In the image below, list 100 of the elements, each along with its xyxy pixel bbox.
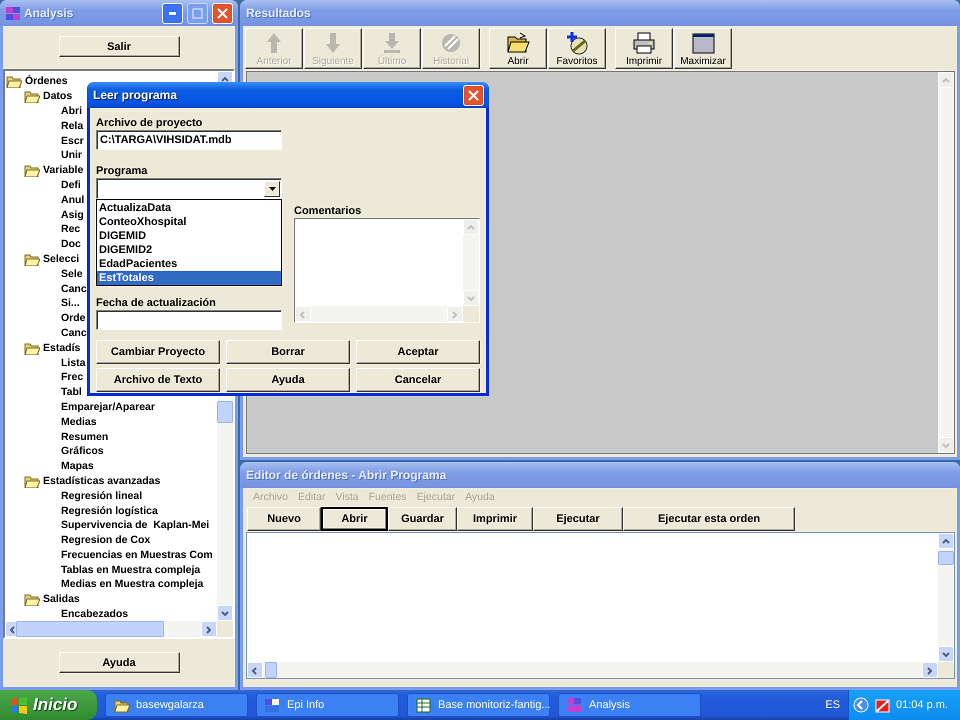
tree-item[interactable]: Datos xyxy=(43,90,72,102)
tree-item[interactable]: Gráficos xyxy=(61,445,104,458)
tree-item[interactable]: Canc xyxy=(61,282,87,295)
editor-button[interactable]: Abrir xyxy=(321,507,388,531)
tray-icon[interactable] xyxy=(874,696,892,714)
tree-item[interactable]: Rec xyxy=(61,223,80,236)
dialog-button[interactable]: Archivo de Texto xyxy=(96,368,220,392)
close-button[interactable] xyxy=(463,84,484,106)
tree-item[interactable]: Medias xyxy=(61,416,97,428)
scrollbar-thumb[interactable] xyxy=(217,401,233,423)
editor-button[interactable]: Ejecutar esta orden xyxy=(623,507,795,531)
help-button[interactable]: Ayuda xyxy=(58,652,180,673)
dialog-button[interactable]: Aceptar xyxy=(356,340,480,364)
editor-button[interactable]: Imprimir xyxy=(457,507,533,531)
taskbar-button[interactable]: Analysis xyxy=(558,693,701,717)
tree-item[interactable]: Abri xyxy=(61,104,82,117)
tree-item[interactable]: Asig xyxy=(61,208,84,221)
tree-item[interactable]: Tablas en Muestra compleja xyxy=(61,564,200,576)
start-button[interactable]: Inicio xyxy=(0,690,97,720)
tree-item[interactable]: Tabl xyxy=(61,386,82,398)
program-option[interactable]: EdadPacientes xyxy=(97,257,281,271)
tree-item[interactable]: Unir xyxy=(61,149,82,162)
date-field[interactable] xyxy=(96,310,282,330)
minimize-icon xyxy=(169,12,176,14)
folder-icon xyxy=(24,89,40,104)
program-option[interactable]: ActualizaData xyxy=(97,201,281,215)
tree-item[interactable]: Escr xyxy=(61,134,84,147)
window-title: Resultados xyxy=(246,6,312,20)
program-combo[interactable] xyxy=(96,178,282,199)
tree-item[interactable]: Medias en Muestra compleja xyxy=(61,578,204,590)
taskbar-button[interactable]: Base monitoriz-fantig... xyxy=(407,693,550,717)
arrow-down-icon[interactable] xyxy=(220,608,230,618)
tree-item[interactable]: Lista xyxy=(61,356,86,369)
tree-item[interactable]: Regresión logística xyxy=(61,504,158,516)
tree-item[interactable]: Defi xyxy=(61,178,81,191)
app-icon xyxy=(567,698,583,712)
dialog-button[interactable]: Borrar xyxy=(226,340,350,364)
program-option[interactable]: ConteoXhospital xyxy=(97,215,281,229)
tree-item[interactable]: Selecci xyxy=(43,252,80,265)
tree-item[interactable]: Emparejar/Aparear xyxy=(61,400,155,413)
tree-item[interactable]: Regresion de Cox xyxy=(61,534,150,546)
arrow-up-icon[interactable] xyxy=(941,536,951,546)
editor-button[interactable]: Guardar xyxy=(388,507,457,531)
arrow-right-icon[interactable] xyxy=(925,666,935,674)
dialog-button[interactable]: Cancelar xyxy=(356,368,480,392)
chevron-left-icon[interactable] xyxy=(853,697,870,713)
tree-item[interactable]: Salidas xyxy=(43,593,80,606)
tree-item[interactable]: Mapas xyxy=(61,460,94,472)
exit-button[interactable]: Salir xyxy=(58,36,180,57)
close-button[interactable] xyxy=(212,2,233,24)
tree-item[interactable]: Supervivencia de Kaplan-Mei xyxy=(61,519,210,532)
tree-item[interactable]: Encabezados xyxy=(61,608,128,620)
program-option[interactable]: DIGEMID xyxy=(97,229,281,243)
arrow-right-icon[interactable] xyxy=(204,624,214,634)
horizontal-scrollbar[interactable] xyxy=(247,662,938,678)
folder-icon xyxy=(24,340,40,355)
window-title: Analysis xyxy=(24,6,74,20)
tree-item[interactable]: Estadísticas avanzadas xyxy=(43,474,160,487)
taskbar-button[interactable]: basewgalarza xyxy=(105,693,248,717)
tree-item[interactable]: Frec xyxy=(61,371,84,384)
toolbar-button[interactable]: Abrir xyxy=(489,28,547,69)
maximize-button[interactable] xyxy=(187,2,208,24)
folder-icon xyxy=(6,74,22,88)
comments-box[interactable] xyxy=(295,219,463,306)
tree-item[interactable]: Rela xyxy=(61,120,84,132)
toolbar-button[interactable]: Favoritos xyxy=(548,28,606,69)
tree-item[interactable]: Estadís xyxy=(43,342,80,354)
tree-item[interactable]: Resumen xyxy=(61,430,108,443)
toolbar-button[interactable]: Maximizar xyxy=(674,28,732,69)
tree-item[interactable]: Variable xyxy=(43,164,84,176)
vertical-scrollbar[interactable] xyxy=(938,533,954,662)
tree-item[interactable]: Orde xyxy=(61,312,86,324)
editor-button[interactable]: Ejecutar xyxy=(533,507,623,531)
tree-item[interactable]: Regresión lineal xyxy=(61,490,142,502)
tree-item[interactable]: Anul xyxy=(61,194,84,206)
editor-button[interactable]: Nuevo xyxy=(247,507,321,531)
scrollbar-thumb[interactable] xyxy=(16,621,164,637)
tree-item[interactable]: Órdenes xyxy=(25,75,68,88)
minimize-button[interactable] xyxy=(162,2,183,24)
tree-item[interactable]: Frecuencias en Muestras Com xyxy=(61,548,213,561)
window-icon xyxy=(691,31,715,55)
program-option[interactable]: DIGEMID2 xyxy=(97,243,281,257)
tree-item[interactable]: Si... xyxy=(61,297,80,310)
horizontal-scrollbar[interactable] xyxy=(5,621,217,637)
tree-item[interactable]: Doc xyxy=(61,238,81,250)
dialog-button[interactable]: Cambiar Proyecto xyxy=(96,340,220,364)
program-option[interactable]: EstTotales xyxy=(97,271,281,285)
arrow-down-icon[interactable] xyxy=(941,650,951,658)
dialog-button[interactable]: Ayuda xyxy=(226,368,350,392)
taskbar-button[interactable]: Epi Info xyxy=(256,693,399,717)
window-title: Leer programa xyxy=(93,88,178,102)
project-field[interactable]: C:\TARGA\VIHSIDAT.mdb xyxy=(96,130,282,150)
scrollbar-thumb[interactable] xyxy=(938,551,954,565)
scrollbar-thumb[interactable] xyxy=(265,662,277,678)
windows-logo-icon xyxy=(10,696,28,714)
folder-icon xyxy=(24,592,40,606)
language-indicator[interactable]: ES xyxy=(825,699,840,711)
tree-item[interactable]: Canc xyxy=(61,326,87,339)
tree-item[interactable]: Sele xyxy=(61,268,83,280)
toolbar-button[interactable]: Imprimir xyxy=(615,28,673,69)
